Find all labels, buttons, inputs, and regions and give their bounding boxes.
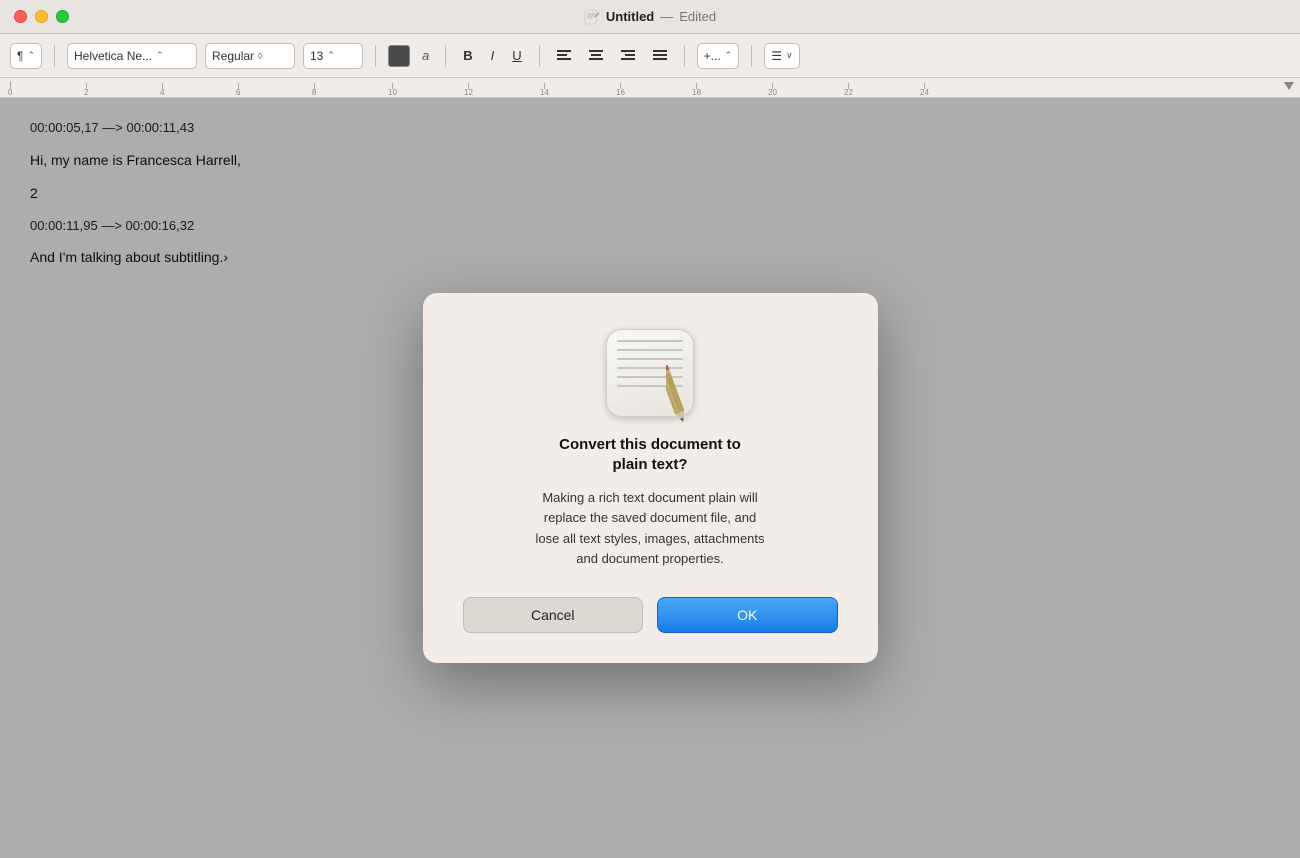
title-bar: Untitled — Edited	[0, 0, 1300, 34]
align-right-icon	[621, 50, 635, 62]
modal-buttons: Cancel OK	[463, 597, 838, 633]
more-select[interactable]: +... ⌃	[697, 43, 740, 69]
document-area[interactable]: 00:00:05,17 —> 00:00:11,43 Hi, my name i…	[0, 98, 1300, 858]
font-style-select[interactable]: Regular ◊	[205, 43, 295, 69]
align-justify-button[interactable]	[648, 47, 672, 65]
window-controls	[0, 10, 69, 23]
cancel-button[interactable]: Cancel	[463, 597, 644, 633]
font-style-label: Regular	[212, 49, 254, 63]
underline-button[interactable]: U	[507, 45, 526, 66]
app-icon-small	[584, 9, 600, 25]
font-size-select[interactable]: 13 ⌃	[303, 43, 363, 69]
more-label: +...	[704, 49, 721, 63]
align-left-icon	[557, 50, 571, 62]
divider-1	[54, 45, 55, 67]
font-family-chevron: ⌃	[156, 50, 164, 61]
ok-button[interactable]: OK	[657, 597, 838, 633]
font-size-chevron: ⌃	[327, 50, 335, 61]
font-char-button[interactable]: a	[422, 48, 429, 63]
list-select[interactable]: ☰ ∨	[764, 43, 799, 69]
divider-4	[539, 45, 540, 67]
modal-dialog: Convert this document to plain text? Mak…	[423, 293, 878, 663]
paragraph-icon: ¶	[17, 49, 23, 63]
list-icon: ☰	[771, 49, 782, 63]
toolbar: ¶ ⌃ Helvetica Ne... ⌃ Regular ◊ 13 ⌃ a B…	[0, 34, 1300, 78]
textedit-icon	[606, 329, 694, 417]
paragraph-chevron: ⌃	[27, 50, 35, 61]
minimize-button[interactable]	[35, 10, 48, 23]
pencil-icon	[666, 360, 698, 424]
divider-3	[445, 45, 446, 67]
window-edited-label: Edited	[679, 9, 716, 24]
align-right-button[interactable]	[616, 47, 640, 65]
title-bar-center: Untitled — Edited	[584, 9, 716, 25]
modal-overlay: Convert this document to plain text? Mak…	[0, 98, 1300, 858]
close-button[interactable]	[14, 10, 27, 23]
font-size-label: 13	[310, 49, 323, 63]
align-center-icon	[589, 50, 603, 62]
align-center-button[interactable]	[584, 47, 608, 65]
divider-5	[684, 45, 685, 67]
font-family-label: Helvetica Ne...	[74, 49, 152, 63]
bold-button[interactable]: B	[458, 45, 477, 66]
window-title: Untitled	[606, 9, 654, 24]
ruler: 0 2 4 6 8 10 12 14	[0, 78, 1300, 98]
maximize-button[interactable]	[56, 10, 69, 23]
font-family-select[interactable]: Helvetica Ne... ⌃	[67, 43, 197, 69]
font-style-chevron: ◊	[258, 51, 262, 61]
modal-title: Convert this document to plain text?	[559, 435, 741, 474]
align-justify-icon	[653, 50, 667, 62]
align-left-button[interactable]	[552, 47, 576, 65]
modal-body: Making a rich text document plain will r…	[535, 488, 764, 569]
window-title-separator: —	[660, 9, 673, 24]
divider-2	[375, 45, 376, 67]
modal-app-icon	[606, 329, 694, 417]
color-swatch[interactable]	[388, 45, 410, 67]
divider-6	[751, 45, 752, 67]
italic-button[interactable]: I	[486, 45, 500, 66]
paragraph-style-select[interactable]: ¶ ⌃	[10, 43, 42, 69]
